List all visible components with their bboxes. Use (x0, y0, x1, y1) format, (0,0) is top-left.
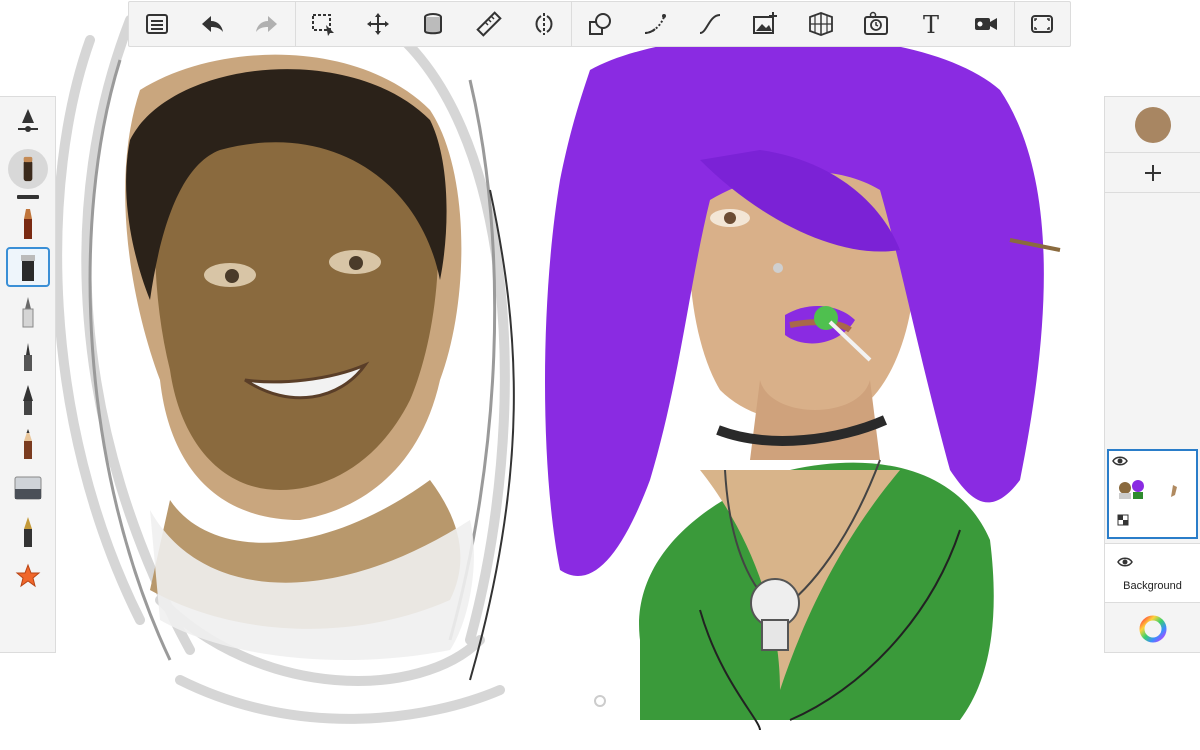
fountain-pen-button[interactable] (6, 511, 50, 551)
brush-palette (0, 96, 56, 653)
eraser-button[interactable] (6, 467, 50, 507)
background-layer-label: Background (1123, 580, 1182, 592)
marker-icon (22, 297, 33, 328)
add-layer-button[interactable] (1105, 153, 1200, 193)
text-button[interactable]: T (903, 2, 958, 46)
add-image-icon (753, 12, 778, 34)
brush-properties-icon (17, 109, 38, 132)
pen-button[interactable] (6, 335, 50, 375)
transform-icon (367, 13, 390, 35)
background-layer[interactable]: Background (1105, 543, 1200, 603)
paint-brush-button[interactable] (6, 203, 50, 243)
symmetry-icon (535, 13, 553, 35)
curve-button[interactable] (683, 2, 738, 46)
symmetry-button[interactable] (516, 2, 571, 46)
add-image-button[interactable] (738, 2, 793, 46)
layer-preview (1117, 480, 1177, 526)
current-color-swatch (1134, 106, 1171, 143)
ruler-icon (475, 11, 502, 37)
menu-button[interactable] (129, 2, 184, 46)
left-portrait (125, 54, 474, 660)
layers-panel: Background (1104, 96, 1200, 653)
pen-icon (23, 343, 32, 371)
eraser-icon (14, 476, 41, 500)
fountain-pen-icon (23, 517, 32, 547)
selection-button[interactable] (296, 2, 351, 46)
flat-brush-button[interactable] (5, 247, 50, 287)
video-record-icon (975, 18, 998, 30)
favorites-button[interactable] (6, 555, 50, 595)
color-wheel-icon (1139, 615, 1166, 643)
flat-brush-icon (20, 255, 35, 281)
marker-button[interactable] (6, 291, 50, 331)
undo-button[interactable] (184, 2, 239, 46)
drawing-app: T Background (0, 0, 1200, 750)
fullscreen-icon (1031, 15, 1054, 33)
layer-thumbnail-active[interactable] (1107, 449, 1198, 539)
fill-bucket-icon (424, 13, 443, 35)
perspective-grid-icon (808, 12, 833, 36)
stroke-tool-button[interactable] (628, 2, 683, 46)
shapes-button[interactable] (572, 2, 627, 46)
svg-text:T: T (923, 11, 939, 37)
brush-size-indicator (16, 195, 39, 199)
selection-icon (312, 14, 335, 36)
perspective-button[interactable] (793, 2, 848, 46)
stroke-tool-icon (645, 14, 667, 34)
pencil-button[interactable] (6, 423, 50, 463)
ink-pen-icon (22, 385, 33, 415)
video-record-button[interactable] (959, 2, 1014, 46)
top-toolbar: T (128, 1, 1071, 47)
brush-properties-button[interactable] (6, 101, 50, 141)
undo-icon (201, 16, 223, 32)
redo-button[interactable] (239, 2, 294, 46)
shapes-icon (588, 13, 611, 35)
curve-icon (699, 14, 721, 34)
ruler-button[interactable] (461, 2, 516, 46)
drawing-canvas[interactable] (0, 0, 1200, 750)
transform-button[interactable] (351, 2, 406, 46)
right-portrait (545, 34, 1044, 731)
fullscreen-button[interactable] (1015, 2, 1070, 46)
pencil-icon (23, 429, 32, 459)
eye-icon[interactable] (1117, 556, 1133, 568)
plus-icon (1144, 164, 1161, 181)
paint-brush-icon (23, 209, 32, 239)
redo-icon (255, 16, 277, 32)
time-lapse-icon (863, 11, 888, 35)
text-tool-icon: T (923, 11, 939, 37)
time-lapse-button[interactable] (848, 2, 903, 46)
favorites-star-icon (15, 563, 40, 588)
menu-list-icon (145, 14, 168, 34)
fill-button[interactable] (406, 2, 461, 46)
current-brush-icon (23, 156, 32, 182)
color-wheel-button[interactable] (1105, 605, 1200, 653)
ink-pen-button[interactable] (6, 379, 50, 419)
color-swatch-button[interactable] (1105, 97, 1200, 153)
current-brush-button[interactable] (7, 149, 48, 189)
